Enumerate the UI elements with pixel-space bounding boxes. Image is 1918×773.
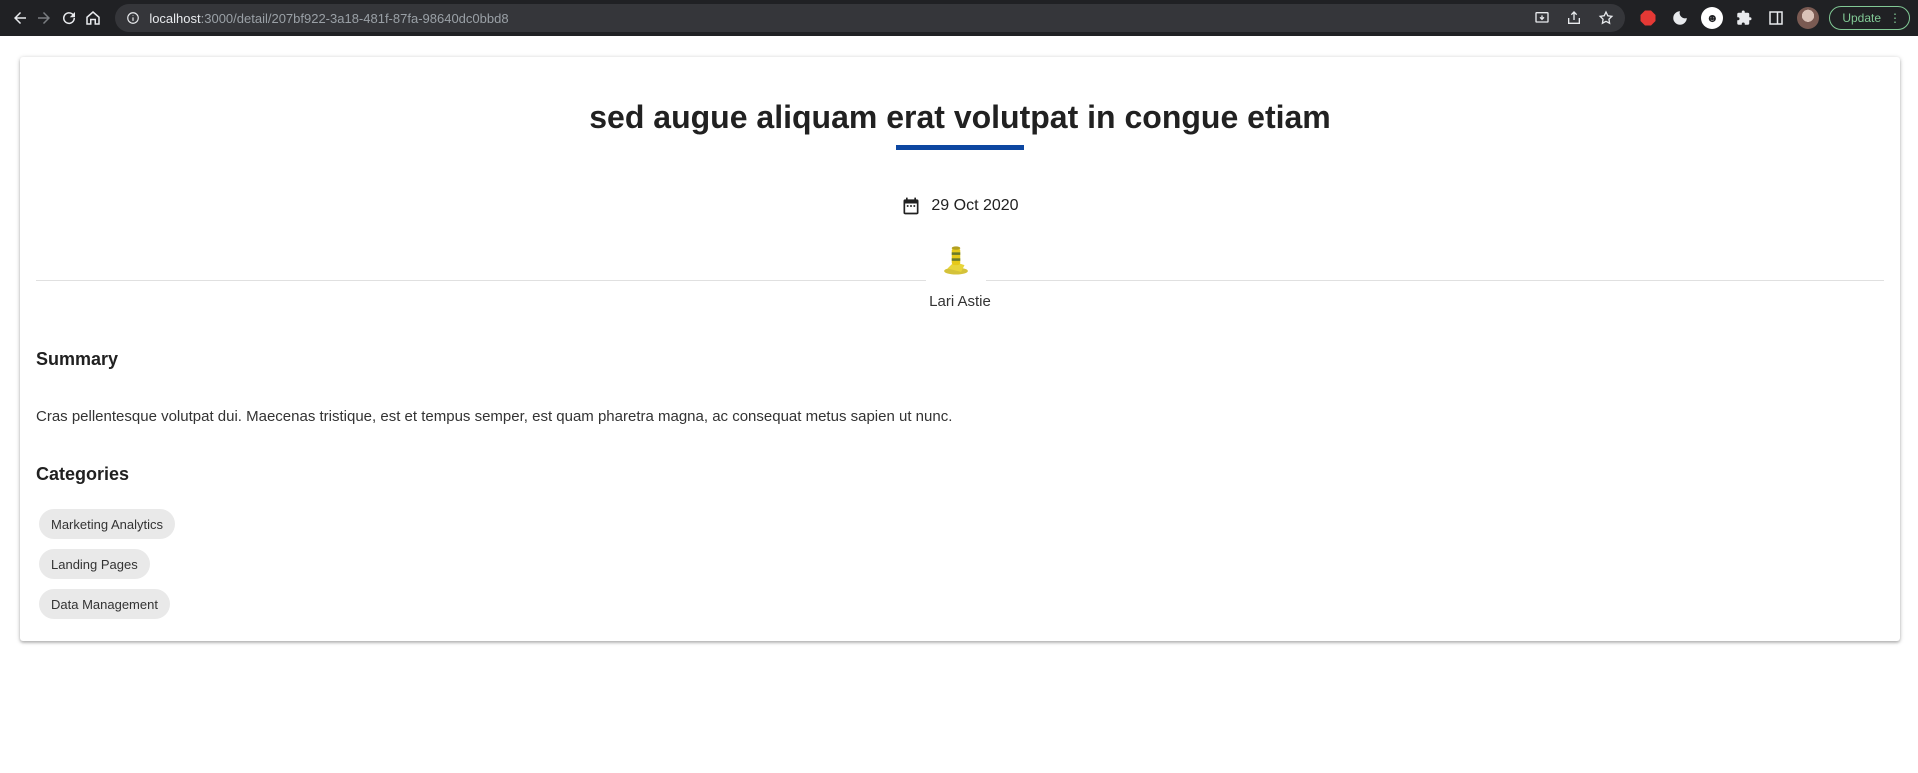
site-info-icon[interactable] xyxy=(125,10,141,26)
summary-heading: Summary xyxy=(36,349,119,369)
category-chip[interactable]: Landing Pages xyxy=(39,549,150,579)
reload-icon[interactable] xyxy=(57,2,81,34)
category-chip[interactable]: Marketing Analytics xyxy=(39,509,175,539)
publish-date: 29 Oct 2020 xyxy=(931,197,1019,214)
forward-icon[interactable] xyxy=(32,2,56,34)
categories-heading: Categories xyxy=(36,464,130,484)
article-card: sed augue aliquam erat volutpat in congu… xyxy=(20,57,1900,641)
update-label: Update xyxy=(1842,11,1882,25)
category-chip[interactable]: Data Management xyxy=(39,589,170,619)
bookmark-star-icon[interactable] xyxy=(1597,9,1615,27)
category-chip-list: Marketing Analytics Landing Pages Data M… xyxy=(39,509,175,619)
face-extension-icon[interactable]: ☻ xyxy=(1701,7,1724,29)
author-avatar xyxy=(926,237,986,283)
calendar-icon xyxy=(903,197,919,215)
url-text: localhost:3000/detail/207bf922-3a18-481f… xyxy=(149,10,509,26)
more-menu-icon[interactable]: ⋮ xyxy=(1889,11,1901,25)
install-icon[interactable] xyxy=(1533,9,1551,27)
back-icon[interactable] xyxy=(8,2,32,34)
title-underline xyxy=(896,145,1024,150)
publish-date-row: 29 Oct 2020 xyxy=(20,196,1900,216)
browser-toolbar: localhost:3000/detail/207bf922-3a18-481f… xyxy=(0,0,1918,36)
side-panel-icon[interactable] xyxy=(1765,7,1787,29)
extensions-puzzle-icon[interactable] xyxy=(1733,7,1755,29)
dark-mode-extension-icon[interactable] xyxy=(1669,7,1691,29)
update-button[interactable]: Update ⋮ xyxy=(1829,6,1911,30)
summary-text: Cras pellentesque volutpat dui. Maecenas… xyxy=(36,408,953,425)
home-icon[interactable] xyxy=(81,2,105,34)
share-icon[interactable] xyxy=(1565,9,1583,27)
article-title: sed augue aliquam erat volutpat in congu… xyxy=(589,99,1331,135)
address-bar[interactable]: localhost:3000/detail/207bf922-3a18-481f… xyxy=(115,4,1626,32)
author-name: Lari Astie xyxy=(929,293,991,310)
stop-hand-extension-icon[interactable] xyxy=(1637,7,1659,29)
profile-avatar[interactable] xyxy=(1797,7,1820,29)
